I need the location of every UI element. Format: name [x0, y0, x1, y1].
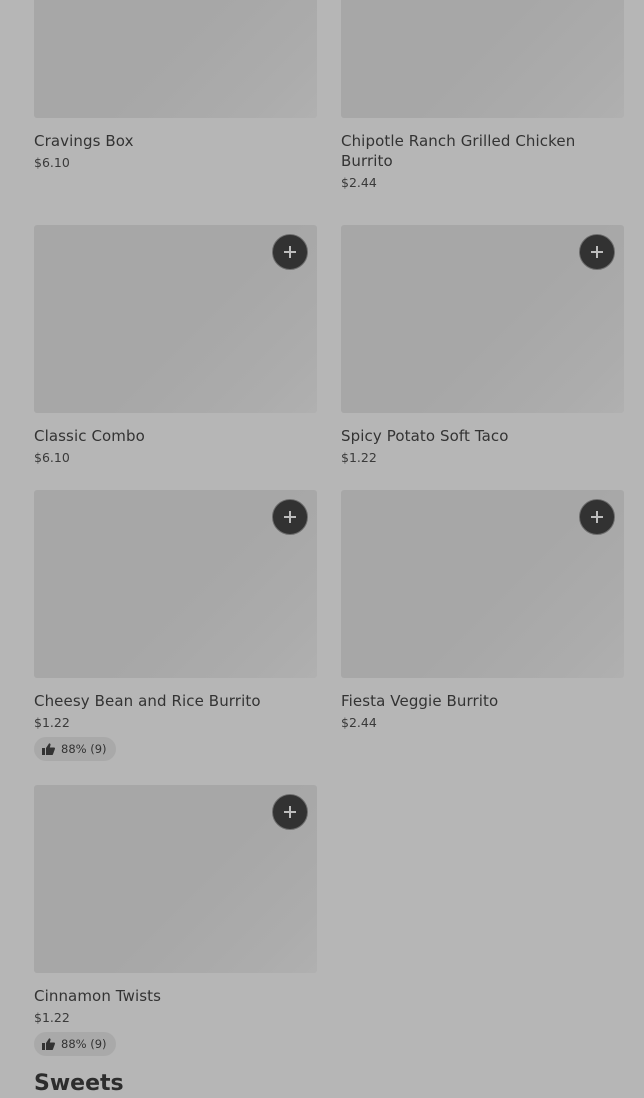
item-image[interactable] — [34, 490, 317, 678]
plus-icon — [284, 246, 296, 258]
item-name: Cinnamon Twists — [34, 987, 162, 1005]
item-name: Spicy Potato Soft Taco — [341, 427, 509, 445]
add-to-cart-button[interactable] — [272, 794, 308, 830]
thumbs-up-icon — [42, 1038, 55, 1050]
item-image[interactable] — [34, 225, 317, 413]
add-to-cart-button[interactable] — [579, 234, 615, 270]
item-image[interactable] — [341, 0, 624, 118]
plus-icon — [591, 246, 603, 258]
menu-item-card[interactable]: Spicy Potato Soft Taco $1.22 — [341, 225, 624, 466]
item-name: Classic Combo — [34, 427, 145, 445]
add-to-cart-button[interactable] — [272, 499, 308, 535]
item-image[interactable] — [34, 0, 317, 118]
menu-item-card[interactable]: Fiesta Veggie Burrito $2.44 — [341, 490, 624, 761]
plus-icon — [591, 511, 603, 523]
plus-icon — [284, 806, 296, 818]
rating-badge: 88% (9) — [34, 737, 116, 761]
item-name: Chipotle Ranch Grilled Chicken Burrito — [341, 132, 576, 170]
item-price: $1.22 — [34, 1010, 70, 1025]
menu-item-grid: Cravings Box $6.10 Chipotle Ranch Grille… — [34, 0, 624, 1056]
item-price: $1.22 — [341, 450, 377, 465]
item-name: Fiesta Veggie Burrito — [341, 692, 499, 710]
item-price: $1.22 — [34, 715, 70, 730]
menu-item-card[interactable]: Cinnamon Twists $1.22 88% (9) — [34, 785, 317, 1056]
item-price: $2.44 — [341, 175, 377, 190]
rating-badge: 88% (9) — [34, 1032, 116, 1056]
item-image[interactable] — [341, 225, 624, 413]
menu-item-card[interactable]: Cravings Box $6.10 — [34, 0, 317, 191]
plus-icon — [284, 511, 296, 523]
item-name: Cheesy Bean and Rice Burrito — [34, 692, 261, 710]
empty-grid-cell — [341, 785, 624, 1056]
section-title: Sweets — [34, 1071, 124, 1096]
rating-text: 88% (9) — [61, 1037, 107, 1051]
item-price: $2.44 — [341, 715, 377, 730]
item-price: $6.10 — [34, 450, 70, 465]
menu-item-card[interactable]: Chipotle Ranch Grilled Chicken Burrito $… — [341, 0, 624, 191]
item-price: $6.10 — [34, 155, 70, 170]
rating-text: 88% (9) — [61, 742, 107, 756]
item-name: Cravings Box — [34, 132, 134, 150]
item-image[interactable] — [341, 490, 624, 678]
menu-item-card[interactable]: Classic Combo $6.10 — [34, 225, 317, 466]
add-to-cart-button[interactable] — [579, 499, 615, 535]
menu-item-card[interactable]: Cheesy Bean and Rice Burrito $1.22 88% (… — [34, 490, 317, 761]
thumbs-up-icon — [42, 743, 55, 755]
add-to-cart-button[interactable] — [272, 234, 308, 270]
item-image[interactable] — [34, 785, 317, 973]
